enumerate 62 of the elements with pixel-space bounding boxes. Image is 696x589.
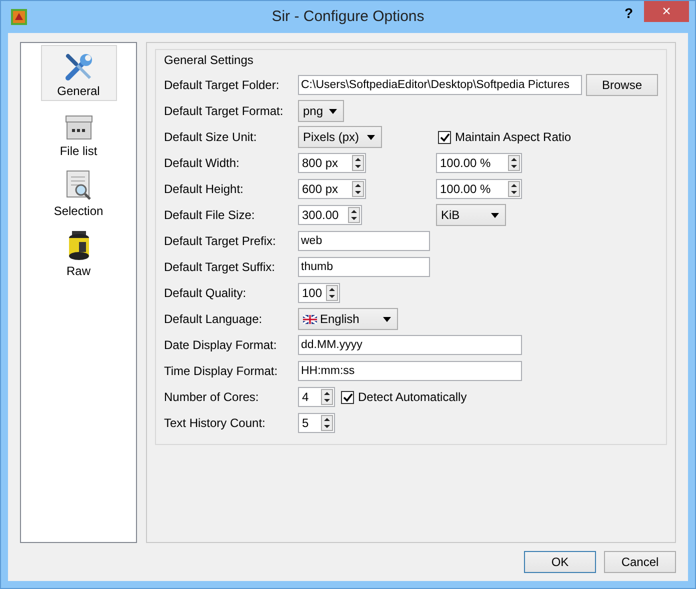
- text-field[interactable]: web: [298, 231, 430, 251]
- caret-icon: [367, 134, 375, 140]
- spin-box[interactable]: 800 px: [298, 153, 366, 173]
- checkbox[interactable]: [341, 390, 354, 404]
- dialog-button[interactable]: Cancel: [604, 551, 676, 573]
- text-field[interactable]: thumb: [298, 257, 430, 277]
- dialog-button[interactable]: OK: [524, 551, 596, 573]
- field-label: Default File Size:: [164, 208, 256, 222]
- sidebar-item[interactable]: File list: [40, 105, 116, 161]
- close-button[interactable]: ×: [644, 1, 689, 22]
- field-label: Default Height:: [164, 182, 244, 196]
- spin-box[interactable]: 100.00 %: [436, 179, 522, 199]
- cabinet-icon: [64, 114, 94, 142]
- spin-arrows-icon[interactable]: [508, 181, 520, 197]
- sidebar-item[interactable]: Selection: [40, 165, 116, 221]
- sidebar-item[interactable]: General: [40, 45, 116, 101]
- field-label: Default Target Format:: [164, 104, 284, 118]
- spin-box[interactable]: 5: [298, 413, 335, 433]
- text-field[interactable]: HH:mm:ss: [298, 361, 522, 381]
- dropdown[interactable]: English: [298, 308, 398, 330]
- spin-arrows-icon[interactable]: [352, 181, 364, 197]
- spin-box[interactable]: 600 px: [298, 179, 366, 199]
- spin-arrows-icon[interactable]: [326, 285, 338, 301]
- field-label: Default Size Unit:: [164, 130, 258, 144]
- text-field[interactable]: dd.MM.yyyy: [298, 335, 522, 355]
- field-label: Date Display Format:: [164, 338, 278, 352]
- field-label: Text History Count:: [164, 416, 266, 430]
- checkbox-label[interactable]: Maintain Aspect Ratio: [455, 130, 572, 144]
- spin-arrows-icon[interactable]: [321, 389, 333, 405]
- spin-box[interactable]: 100.00 %: [436, 153, 522, 173]
- spin-box[interactable]: 4: [298, 387, 335, 407]
- wrench-screwdriver-icon: [64, 52, 94, 82]
- browse-button[interactable]: Browse: [586, 74, 658, 96]
- sidebar-item[interactable]: Raw: [40, 225, 116, 281]
- dropdown[interactable]: KiB: [436, 204, 506, 226]
- app-icon: [10, 8, 28, 26]
- checkbox-label[interactable]: Detect Automatically: [358, 390, 467, 404]
- caret-icon: [491, 212, 499, 218]
- spin-arrows-icon[interactable]: [348, 207, 360, 223]
- field-label: Number of Cores:: [164, 390, 260, 404]
- text-field[interactable]: C:\Users\SoftpediaEditor\Desktop\Softpedia Pictures: [298, 75, 582, 95]
- spin-arrows-icon[interactable]: [508, 155, 520, 171]
- spin-arrows-icon[interactable]: [352, 155, 364, 171]
- field-label: Default Quality:: [164, 286, 248, 300]
- spin-arrows-icon[interactable]: [321, 415, 333, 431]
- help-button[interactable]: ?: [618, 3, 639, 23]
- window-title: Sir - Configure Options: [272, 8, 424, 25]
- field-label: Time Display Format:: [164, 364, 279, 378]
- group-title: General Settings: [164, 53, 254, 67]
- checkbox[interactable]: [438, 130, 451, 144]
- caret-icon: [329, 108, 337, 114]
- field-label: Default Width:: [164, 156, 240, 170]
- spin-box[interactable]: 100: [298, 283, 340, 303]
- field-label: Default Target Folder:: [164, 78, 280, 92]
- spin-box[interactable]: 300.00: [298, 205, 362, 225]
- document-magnifier-icon: [64, 170, 94, 202]
- caret-icon: [383, 316, 391, 322]
- dropdown[interactable]: Pixels (px): [298, 126, 382, 148]
- field-label: Default Target Suffix:: [164, 260, 276, 274]
- dropdown[interactable]: png: [298, 100, 344, 122]
- field-label: Default Language:: [164, 312, 264, 326]
- field-label: Default Target Prefix:: [164, 234, 277, 248]
